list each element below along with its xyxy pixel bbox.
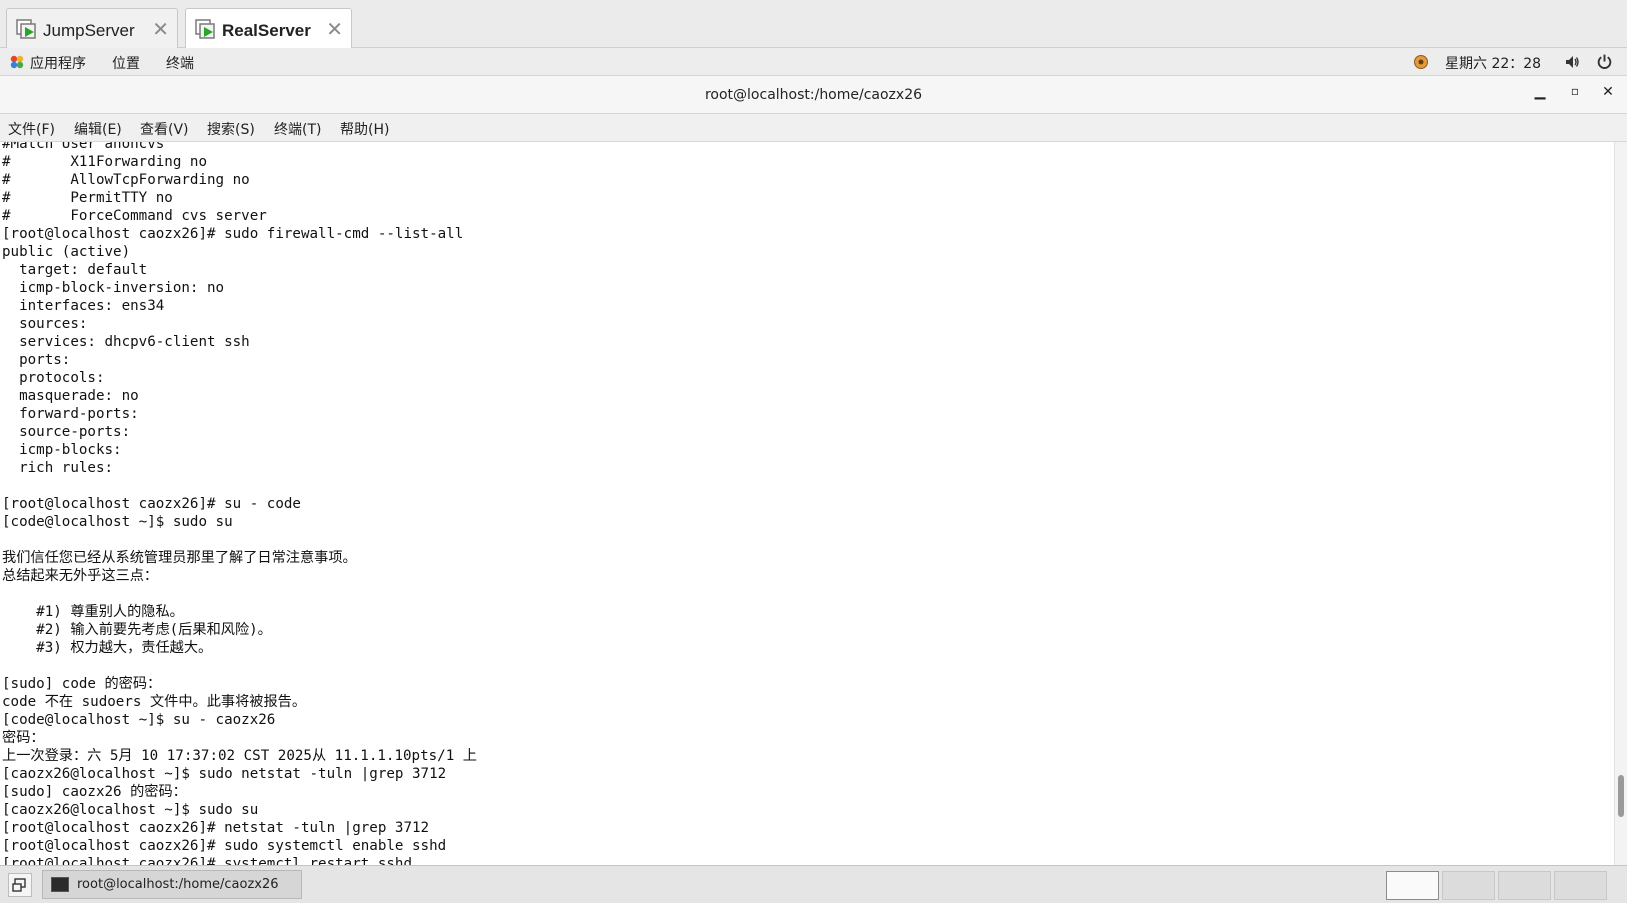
terminal-line: protocols: — [2, 370, 114, 386]
terminal-line: 我们信任您已经从系统管理员那里了解了日常注意事项。 — [2, 550, 357, 566]
session-tab-bar: JumpServer ✕ RealServer ✕ — [0, 0, 1627, 48]
menu-edit[interactable]: 编辑(E) — [74, 119, 122, 139]
terminal-line: 上一次登录：六 5月 10 17:37:02 CST 2025从 11.1.1.… — [2, 748, 477, 764]
terminal-line: [root@localhost caozx26]# sudo firewall-… — [2, 226, 464, 242]
menu-view[interactable]: 查看(V) — [140, 119, 189, 139]
applications-menu[interactable]: 应用程序 — [30, 53, 86, 73]
terminal-line: ports: — [2, 352, 79, 368]
terminal-line: #3) 权力越大，责任越大。 — [2, 640, 213, 656]
terminal-line: # AllowTcpForwarding no — [2, 172, 250, 188]
terminal-line: source-ports: — [2, 424, 139, 440]
volume-icon[interactable] — [1564, 54, 1580, 70]
terminal-line: # ForceCommand cvs server — [2, 208, 267, 224]
remote-session-icon — [195, 19, 215, 39]
power-icon[interactable] — [1596, 53, 1613, 70]
terminal-menubar: 文件(F) 编辑(E) 查看(V) 搜索(S) 终端(T) 帮助(H) — [0, 114, 1627, 142]
terminal-line: rich rules: — [2, 460, 122, 476]
terminal-line: [sudo] caozx26 的密码： — [2, 784, 187, 800]
window-title: root@localhost:/home/caozx26 — [704, 87, 923, 103]
terminal-line: sources: — [2, 316, 96, 332]
tab-realserver[interactable]: RealServer ✕ — [185, 8, 352, 48]
terminal-line: [root@localhost caozx26]# systemctl rest… — [2, 856, 412, 865]
terminal-line: 总结起来无外乎这三点： — [2, 568, 159, 584]
close-window-button[interactable]: ✕ — [1598, 84, 1618, 100]
menu-file[interactable]: 文件(F) — [8, 119, 55, 139]
terminal-line: [sudo] code 的密码： — [2, 676, 162, 692]
terminal-line: [root@localhost caozx26]# sudo systemctl… — [2, 838, 447, 854]
close-tab-icon[interactable]: ✕ — [152, 17, 169, 41]
workspace-2[interactable] — [1442, 871, 1495, 900]
workspace-1[interactable] — [1386, 871, 1439, 900]
tray-status-icon[interactable] — [1413, 54, 1429, 70]
terminal-line: #1) 尊重别人的隐私。 — [2, 604, 184, 620]
terminal-line: [root@localhost caozx26]# su - code — [2, 496, 301, 512]
remote-session-icon — [16, 19, 36, 39]
gnome-top-bar: 应用程序 位置 终端 星期六 22：28 — [0, 48, 1627, 76]
clock[interactable]: 星期六 22：28 — [1445, 53, 1541, 73]
terminal-icon — [51, 877, 69, 892]
bottom-taskbar: root@localhost:/home/caozx26 — [0, 865, 1627, 903]
terminal-line: target: default — [2, 262, 148, 278]
terminal-line: # PermitTTY no — [2, 190, 173, 206]
maximize-button[interactable]: ▫ — [1565, 84, 1585, 98]
terminal-line: [root@localhost caozx26]# netstat -tuln … — [2, 820, 430, 836]
menu-search[interactable]: 搜索(S) — [207, 119, 255, 139]
scrollbar-thumb[interactable] — [1618, 775, 1624, 817]
menu-terminal[interactable]: 终端(T) — [274, 119, 321, 139]
terminal-line: 密码： — [2, 730, 45, 746]
workspace-3[interactable] — [1498, 871, 1551, 900]
terminal-line: icmp-block-inversion: no — [2, 280, 225, 296]
places-menu[interactable]: 位置 — [112, 53, 140, 73]
tab-jumpserver[interactable]: JumpServer ✕ — [6, 8, 178, 48]
window-titlebar: root@localhost:/home/caozx26 ▁ ▫ ✕ — [0, 76, 1627, 114]
terminal-text: #Match User anoncvs # X11Forwarding no # A… — [2, 142, 477, 865]
terminal-output[interactable]: #Match User anoncvs # X11Forwarding no # A… — [0, 142, 1614, 865]
tab-label: JumpServer — [43, 21, 135, 40]
terminal-line: [caozx26@localhost ~]$ sudo netstat -tul… — [2, 766, 447, 782]
terminal-line: [code@localhost ~]$ sudo su — [2, 514, 233, 530]
applications-icon — [10, 55, 24, 69]
terminal-line: icmp-blocks: — [2, 442, 131, 458]
terminal-app-menu[interactable]: 终端 — [166, 53, 194, 73]
taskbar-window-button[interactable]: root@localhost:/home/caozx26 — [42, 870, 302, 899]
terminal-line: services: dhcpv6-client ssh — [2, 334, 250, 350]
terminal-line: #2) 输入前要先考虑(后果和风险)。 — [2, 622, 272, 638]
taskbar-window-label: root@localhost:/home/caozx26 — [77, 877, 279, 892]
terminal-line: public (active) — [2, 244, 131, 260]
terminal-line: code 不在 sudoers 文件中。此事将被报告。 — [2, 694, 307, 710]
terminal-line: # X11Forwarding no — [2, 154, 207, 170]
terminal-line: interfaces: ens34 — [2, 298, 165, 314]
tab-label: RealServer — [222, 21, 311, 40]
terminal-line: [caozx26@localhost ~]$ sudo su — [2, 802, 259, 818]
show-desktop-icon — [12, 878, 26, 892]
terminal-line: #Match User anoncvs — [2, 142, 165, 152]
minimize-button[interactable]: ▁ — [1530, 84, 1550, 100]
terminal-line: masquerade: no — [2, 388, 139, 404]
close-tab-icon[interactable]: ✕ — [326, 17, 343, 41]
menu-help[interactable]: 帮助(H) — [340, 119, 389, 139]
workspace-4[interactable] — [1554, 871, 1607, 900]
show-desktop-button[interactable] — [8, 873, 32, 897]
terminal-line: [code@localhost ~]$ su - caozx26 — [2, 712, 276, 728]
terminal-line: forward-ports: — [2, 406, 148, 422]
terminal-scrollbar[interactable] — [1614, 142, 1627, 865]
